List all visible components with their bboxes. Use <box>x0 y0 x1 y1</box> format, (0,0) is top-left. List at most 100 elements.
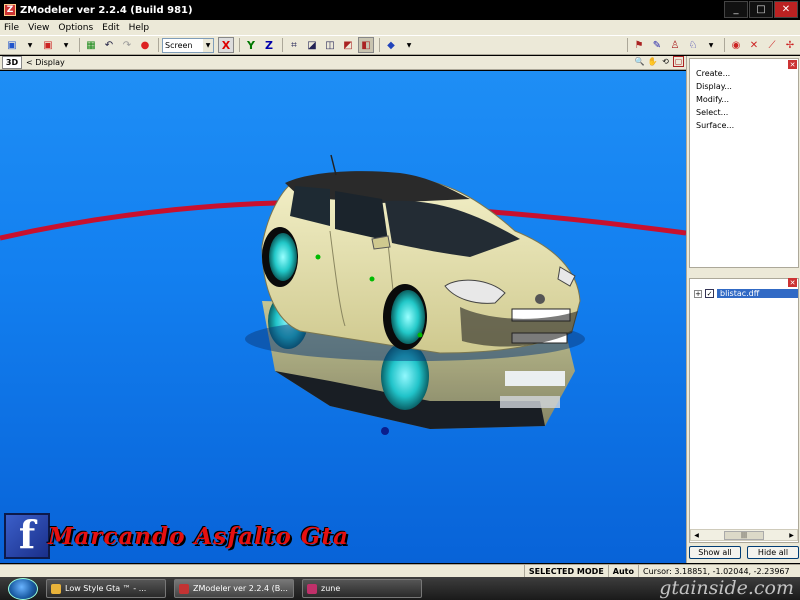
axis-y-toggle[interactable]: Y <box>243 37 259 53</box>
material-icon[interactable]: ◆ <box>383 37 399 53</box>
start-button[interactable] <box>8 577 38 600</box>
app-logo-icon: Z <box>4 4 16 16</box>
viewport-3d[interactable]: f Marcando Asfalto Gta <box>0 71 686 563</box>
toolbar: ▣ ▼ ▣ ▼ ▦ ↶ ↷ ● Screen ▼ X Y Z ⌗ ◪ ◫ ◩ ◧… <box>0 35 800 55</box>
menu-help[interactable]: Help <box>129 23 150 33</box>
zoom-icon[interactable]: 🔍 <box>634 56 645 67</box>
pivot-tool-icon[interactable]: ◉ <box>728 37 744 53</box>
minimize-button[interactable]: _ <box>724 1 748 18</box>
window-controls: _ □ ✕ <box>724 1 798 18</box>
expand-icon[interactable]: + <box>694 289 702 298</box>
zmodeler-icon <box>179 583 189 594</box>
object-mode-icon[interactable]: ◫ <box>322 37 338 53</box>
scroll-right-icon[interactable]: ▶ <box>786 530 797 540</box>
chevron-down-icon: ▼ <box>203 38 213 52</box>
viewport-controls: 🔍 ✋ ⟲ ▢ <box>634 56 684 67</box>
commands-panel: ✕ Create... Display... Modify... Select.… <box>689 58 799 268</box>
taskbar: Low Style Gta ™ - ... ZModeler ver 2.2.4… <box>0 577 800 600</box>
menu-file[interactable]: File <box>4 23 19 33</box>
face-mode-icon[interactable]: ◪ <box>304 37 320 53</box>
command-display[interactable]: Display... <box>696 82 798 95</box>
scroll-left-icon[interactable]: ◀ <box>691 530 702 540</box>
command-select[interactable]: Select... <box>696 108 798 121</box>
open-file-icon[interactable]: ▣ <box>40 37 56 53</box>
window-title: ZModeler ver 2.2.4 (Build 981) <box>20 4 193 16</box>
horizontal-scrollbar[interactable]: ◀ ||| ▶ <box>690 529 798 541</box>
new-file-icon[interactable]: ▣ <box>4 37 20 53</box>
dropdown-arrow-icon[interactable]: ▼ <box>703 37 719 53</box>
toolbar-separator <box>627 38 628 52</box>
command-surface[interactable]: Surface... <box>696 121 798 134</box>
site-watermark: gtainside.com <box>659 577 794 599</box>
close-button[interactable]: ✕ <box>774 1 798 18</box>
figure-tool-icon[interactable]: ♙ <box>667 37 683 53</box>
taskbar-item-browser[interactable]: Low Style Gta ™ - ... <box>46 579 166 598</box>
show-all-button[interactable]: Show all <box>689 546 741 559</box>
scene-tree-item[interactable]: + ✓ blistac.dff <box>694 289 798 298</box>
scale-tool-icon[interactable]: ⟋ <box>764 37 780 53</box>
scene-render <box>0 154 686 435</box>
figure-move-icon[interactable]: ♘ <box>685 37 701 53</box>
zune-icon <box>307 583 317 594</box>
watermark-brand: f Marcando Asfalto Gta <box>4 512 350 559</box>
axis-x-toggle[interactable]: X <box>218 37 234 53</box>
visibility-checkbox[interactable]: ✓ <box>705 289 714 298</box>
scene-file-name[interactable]: blistac.dff <box>717 289 798 298</box>
scene-buttons: Show all Hide all <box>689 546 799 559</box>
toolbar-separator <box>79 38 80 52</box>
toolbar-separator <box>379 38 380 52</box>
command-modify[interactable]: Modify... <box>696 95 798 108</box>
hide-all-button[interactable]: Hide all <box>747 546 799 559</box>
taskbar-item-zmodeler[interactable]: ZModeler ver 2.2.4 (B... <box>174 579 294 598</box>
brand-logo-icon: f <box>4 512 50 559</box>
pan-icon[interactable]: ✋ <box>647 56 658 67</box>
toolbar-separator <box>282 38 283 52</box>
menu-options[interactable]: Options <box>58 23 93 33</box>
selected-mode-icon[interactable]: ◧ <box>358 37 374 53</box>
dropdown-arrow-icon[interactable]: ▼ <box>22 37 38 53</box>
maximize-button[interactable]: □ <box>749 1 773 18</box>
maximize-viewport-icon[interactable]: ▢ <box>673 56 684 67</box>
axis-z-toggle[interactable]: Z <box>261 37 277 53</box>
viewport-3d-button[interactable]: 3D <box>2 56 22 69</box>
toolbar-separator <box>158 38 159 52</box>
dropdown-arrow-icon[interactable]: ▼ <box>58 37 74 53</box>
menu-bar: File View Options Edit Help <box>0 20 800 35</box>
rotate-tool-icon[interactable]: ✢ <box>782 37 798 53</box>
render-icon[interactable]: ▦ <box>83 37 99 53</box>
menu-edit[interactable]: Edit <box>102 23 119 33</box>
box-mode-icon[interactable]: ◩ <box>340 37 356 53</box>
viewport-display-label[interactable]: < Display <box>26 58 65 67</box>
browser-icon <box>51 583 61 594</box>
taskbar-item-label: ZModeler ver 2.2.4 (B... <box>193 584 288 593</box>
dropdown-arrow-icon[interactable]: ▼ <box>401 37 417 53</box>
link-tool-icon[interactable]: ✎ <box>649 37 665 53</box>
scene-tree-panel: ✕ + ✓ blistac.dff <box>689 278 799 543</box>
car-model <box>245 154 585 361</box>
title-bar: Z ZModeler ver 2.2.4 (Build 981) _ □ ✕ <box>0 0 800 20</box>
brand-text: Marcando Asfalto Gta <box>48 522 350 550</box>
rotate-view-icon[interactable]: ⟲ <box>660 56 671 67</box>
right-panel: ✕ Create... Display... Modify... Select.… <box>686 56 800 563</box>
status-bar: SELECTED MODE Auto Cursor: 3.18851, -1.0… <box>0 564 800 577</box>
taskbar-item-label: Low Style Gta ™ - ... <box>65 584 147 593</box>
status-mode: SELECTED MODE <box>523 565 608 577</box>
command-create[interactable]: Create... <box>696 69 798 82</box>
menu-view[interactable]: View <box>28 23 49 33</box>
status-auto: Auto <box>607 565 638 577</box>
coordinate-system-select[interactable]: Screen ▼ <box>162 37 214 53</box>
hierarchy-tool-icon[interactable]: ⚑ <box>631 37 647 53</box>
record-icon[interactable]: ● <box>137 37 153 53</box>
close-icon[interactable]: ✕ <box>788 60 797 69</box>
vertex-mode-icon[interactable]: ⌗ <box>286 37 302 53</box>
scrollbar-thumb[interactable]: ||| <box>724 530 764 540</box>
toolbar-separator <box>724 38 725 52</box>
status-cursor: Cursor: 3.18851, -1.02044, -2.23967 <box>638 565 800 577</box>
close-icon[interactable]: ✕ <box>788 278 797 287</box>
redo-icon[interactable]: ↷ <box>119 37 135 53</box>
taskbar-item-zune[interactable]: zune <box>302 579 422 598</box>
axis-tool-icon[interactable]: ✕ <box>746 37 762 53</box>
undo-icon[interactable]: ↶ <box>101 37 117 53</box>
viewport-header: 3D < Display 🔍 ✋ ⟲ ▢ <box>0 56 686 70</box>
coordinate-system-value: Screen <box>165 40 193 50</box>
